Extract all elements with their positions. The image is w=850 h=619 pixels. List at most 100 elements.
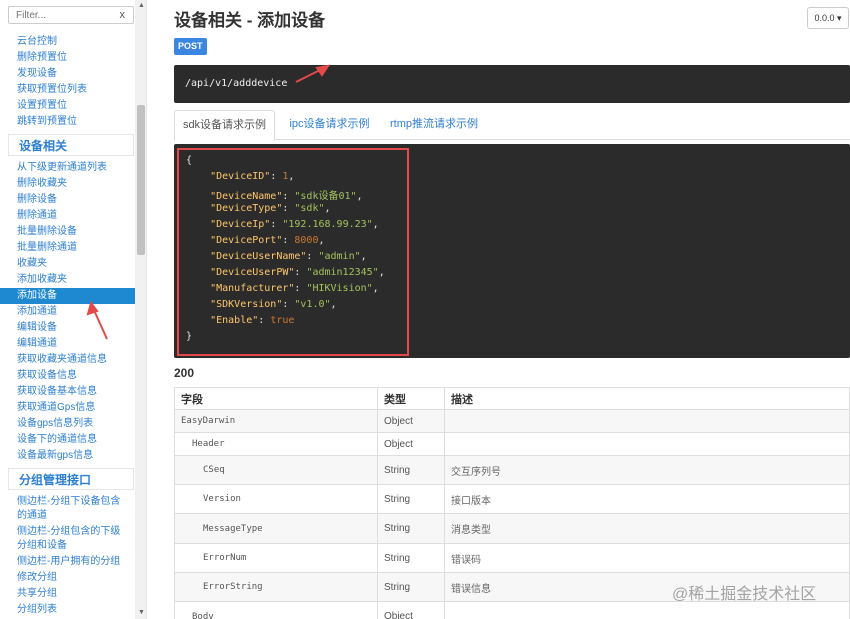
code-line: "Enable": true — [210, 315, 295, 326]
code-key: "DeviceIp" — [210, 219, 271, 230]
sidebar-item[interactable]: 添加通道 — [0, 304, 135, 320]
cell-field: ErrorString — [174, 572, 378, 602]
sidebar-item[interactable]: 从下级更新通道列表 — [0, 160, 135, 176]
code-key: "DeviceID" — [210, 171, 271, 182]
filter-input[interactable] — [9, 7, 113, 23]
sidebar-item[interactable]: 删除预置位 — [0, 50, 135, 66]
sidebar-item[interactable]: 编辑设备 — [0, 320, 135, 336]
page-title: 设备相关 - 添加设备 — [174, 11, 326, 30]
sidebar-item[interactable]: 删除收藏夹 — [0, 176, 135, 192]
scroll-up-icon[interactable]: ▲ — [138, 2, 145, 9]
version-dropdown[interactable]: 0.0.0 ▾ — [807, 7, 849, 29]
sidebar-item[interactable]: 设备gps信息列表 — [0, 416, 135, 432]
col-header-desc: 描述 — [444, 387, 850, 410]
code-value: "192.168.99.23" — [282, 219, 373, 230]
sidebar-item[interactable]: 获取预置位列表 — [0, 82, 135, 98]
sidebar-item[interactable]: 添加收藏夹 — [0, 272, 135, 288]
status-code: 200 — [174, 366, 195, 380]
code-line: "DeviceName": "sdk设备01", — [210, 191, 363, 202]
code-line: "DeviceUserName": "admin", — [210, 251, 367, 262]
cell-type: String — [377, 543, 445, 573]
cell-type: Object — [377, 409, 445, 433]
code-line: "DeviceID": 1, — [210, 171, 295, 182]
sidebar-nav: 云台控制 删除预置位 发现设备 获取预置位列表 设置预置位 跳转到预置位 设备相关 从下级… — [0, 26, 135, 618]
cell-field: Version — [174, 484, 378, 514]
sidebar-item[interactable]: 侧边栏-分组下设备包含的通道 — [0, 494, 135, 524]
cell-desc: 交互序列号 — [444, 455, 850, 485]
code-line: } — [186, 331, 193, 342]
clear-filter-icon[interactable]: x — [120, 8, 126, 22]
tab-sdk-example[interactable]: sdk设备请求示例 — [174, 110, 275, 141]
watermark: @稀土掘金技术社区 — [672, 586, 817, 603]
sidebar-item[interactable]: 收藏夹 — [0, 256, 135, 272]
cell-field: Body — [174, 601, 378, 619]
code-line: "DeviceUserPW": "admin12345", — [210, 267, 385, 278]
code-line: "DeviceIp": "192.168.99.23", — [210, 219, 379, 230]
sidebar-item[interactable]: 获取通道Gps信息 — [0, 400, 135, 416]
filter-box: x — [8, 6, 134, 24]
code-value: "sdk" — [294, 203, 325, 214]
sidebar-item[interactable]: 发现设备 — [0, 66, 135, 82]
sidebar-item[interactable]: 批量删除设备 — [0, 224, 135, 240]
code-value: "v1.0" — [294, 299, 331, 310]
tab-ipc-example[interactable]: ipc设备请求示例 — [281, 110, 378, 140]
sidebar: x 云台控制删除预置位发现设备获取预置位列表设置预置位跳转到预置位 设备相关 从… — [0, 0, 147, 619]
code-line: "DevicePort": 8000, — [210, 235, 325, 246]
code-value: "admin" — [318, 251, 361, 262]
sidebar-item[interactable]: 添加设备 — [0, 288, 135, 304]
code-value: "sdk设备01" — [294, 191, 357, 202]
cell-type: Object — [377, 601, 445, 619]
cell-type: String — [377, 513, 445, 544]
code-key: "DeviceType" — [210, 203, 283, 214]
cell-desc — [444, 409, 850, 433]
code-key: "Enable" — [210, 315, 259, 326]
sidebar-scrollbar[interactable]: ▲ ▼ — [135, 0, 146, 619]
code-value: 8000 — [294, 235, 319, 246]
sidebar-group-group-management[interactable]: 分组管理接口 — [8, 468, 134, 490]
sidebar-item[interactable]: 跳转到预置位 — [0, 114, 135, 130]
code-block: { "DeviceID": 1, "DeviceName": "sdk设备01"… — [174, 144, 850, 358]
sidebar-item[interactable]: 获取设备基本信息 — [0, 384, 135, 400]
tab-rtmp-example[interactable]: rtmp推流请求示例 — [382, 110, 486, 140]
table-row: EasyDarwin Object — [174, 409, 850, 433]
sidebar-item[interactable]: 共享分组 — [0, 586, 135, 602]
sidebar-group-device[interactable]: 设备相关 — [8, 134, 134, 156]
sidebar-item[interactable]: 分组列表 — [0, 602, 135, 618]
sidebar-item[interactable]: 获取设备信息 — [0, 368, 135, 384]
table-row: ErrorNum String 错误码 — [174, 543, 850, 573]
code-value: "HIKVision" — [306, 283, 373, 294]
table-row: Header Object — [174, 432, 850, 456]
sidebar-item[interactable]: 设备下的通道信息 — [0, 432, 135, 448]
code-key: "SDKVersion" — [210, 299, 283, 310]
sidebar-item[interactable]: 云台控制 — [0, 34, 135, 50]
endpoint-box: /api/v1/adddevice — [174, 65, 850, 103]
code-line: "DeviceType": "sdk", — [210, 203, 331, 214]
sidebar-item[interactable]: 删除设备 — [0, 192, 135, 208]
sidebar-item[interactable]: 设备最新gps信息 — [0, 448, 135, 464]
cell-type: String — [377, 572, 445, 602]
code-key: "DeviceUserPW" — [210, 267, 295, 278]
sidebar-item[interactable]: 侧边栏-用户拥有的分组 — [0, 554, 135, 570]
endpoint-url: /api/v1/adddevice — [185, 78, 288, 89]
scroll-down-icon[interactable]: ▼ — [138, 609, 145, 616]
cell-field: CSeq — [174, 455, 378, 485]
scroll-thumb[interactable] — [137, 105, 145, 255]
sidebar-item[interactable]: 设置预置位 — [0, 98, 135, 114]
col-header-type: 类型 — [377, 387, 445, 410]
method-badge: POST — [174, 38, 207, 55]
sidebar-item[interactable]: 编辑通道 — [0, 336, 135, 352]
example-tabs: sdk设备请求示例 ipc设备请求示例 rtmp推流请求示例 — [174, 110, 850, 141]
table-row: Version String 接口版本 — [174, 484, 850, 514]
code-value: true — [270, 315, 295, 326]
table-row: CSeq String 交互序列号 — [174, 455, 850, 485]
code-line: "SDKVersion": "v1.0", — [210, 299, 337, 310]
cell-field: MessageType — [174, 513, 378, 544]
sidebar-item[interactable]: 侧边栏-分组包含的下级分组和设备 — [0, 524, 135, 554]
sidebar-item[interactable]: 修改分组 — [0, 570, 135, 586]
code-key: "Manufacturer" — [210, 283, 295, 294]
sidebar-item[interactable]: 获取收藏夹通道信息 — [0, 352, 135, 368]
sidebar-item[interactable]: 批量删除通道 — [0, 240, 135, 256]
sidebar-item[interactable]: 删除通道 — [0, 208, 135, 224]
cell-desc: 错误码 — [444, 543, 850, 573]
col-header-field: 字段 — [174, 387, 378, 410]
